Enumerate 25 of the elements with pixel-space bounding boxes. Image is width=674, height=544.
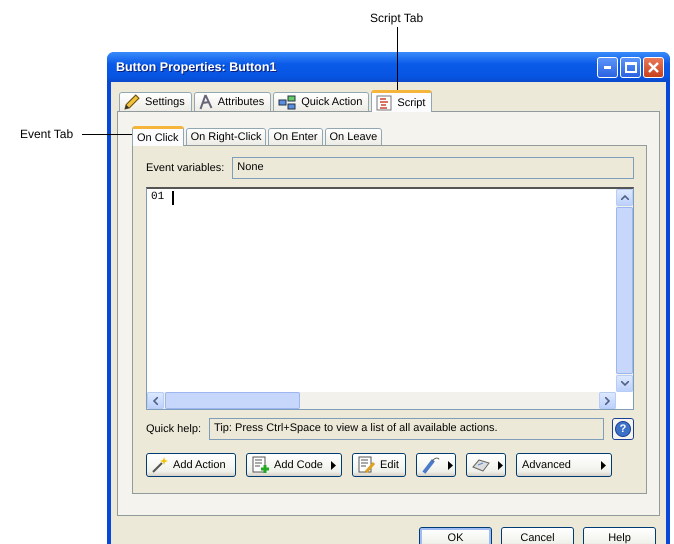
dialog-button[interactable]: Cancel bbox=[501, 527, 574, 544]
dialog-button[interactable]: OK bbox=[419, 527, 492, 544]
toolbar-button[interactable]: Add Code bbox=[246, 453, 342, 477]
help-button[interactable]: ? bbox=[612, 418, 634, 440]
toolbar-button[interactable]: Advanced bbox=[516, 453, 612, 477]
tab[interactable]: Attributes bbox=[194, 92, 272, 111]
event-variables-field: None bbox=[232, 157, 634, 179]
event-tab[interactable]: On Enter bbox=[268, 128, 322, 145]
event-tab[interactable]: On Leave bbox=[324, 128, 382, 145]
tab[interactable]: Script bbox=[371, 90, 432, 112]
tab[interactable]: Settings bbox=[119, 92, 192, 111]
field-label: Event variables: bbox=[146, 162, 224, 174]
window-title: Button Properties: Button1 bbox=[116, 60, 278, 74]
event-tab[interactable]: On Right-Click bbox=[186, 128, 266, 145]
quick-help-field: Tip: Press Ctrl+Space to view a list of all available actions. bbox=[209, 418, 604, 440]
field-label: Quick help: bbox=[146, 423, 202, 435]
toolbar-button[interactable]: Edit bbox=[352, 453, 406, 477]
callout-label: Event Tab bbox=[20, 127, 74, 141]
dialog-button[interactable]: Help bbox=[583, 527, 656, 544]
line-number: 01 bbox=[151, 191, 164, 203]
callout-label: Script Tab bbox=[370, 11, 424, 25]
toolbar-button[interactable]: Add Action bbox=[146, 453, 236, 477]
event-tab[interactable]: On Click bbox=[132, 126, 184, 146]
tab[interactable]: Quick Action bbox=[273, 92, 370, 111]
script-editor[interactable]: 01 bbox=[146, 187, 634, 410]
